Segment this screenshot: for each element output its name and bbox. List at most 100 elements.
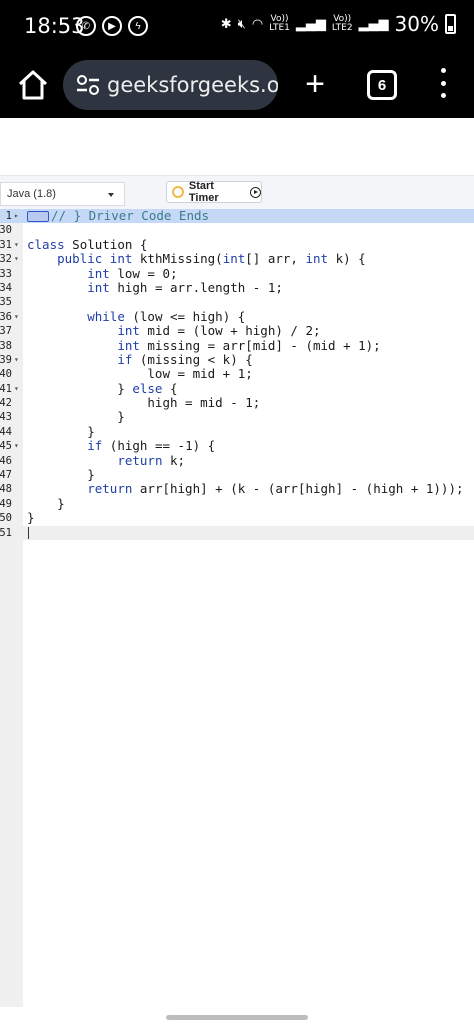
overflow-menu-icon[interactable] [438, 68, 448, 98]
fold-toggle-icon[interactable]: ▾ [14, 439, 19, 453]
address-bar[interactable]: geeksforgeeks.or [63, 60, 278, 110]
code-line[interactable]: 49 } [0, 495, 474, 511]
code-text: int mid = (low + high) / 2; [117, 323, 321, 339]
code-text: return arr[high] + (k - (arr[high] - (hi… [87, 481, 464, 497]
new-tab-button[interactable]: + [298, 64, 332, 104]
site-settings-icon[interactable] [75, 75, 101, 95]
battery-icon [445, 14, 456, 34]
language-select[interactable]: Java (1.8) [0, 182, 125, 206]
code-line[interactable]: 51 [0, 525, 474, 540]
whatsapp-icon: ✆ [76, 16, 96, 36]
language-value: Java (1.8) [7, 188, 56, 200]
gesture-handle[interactable] [166, 1015, 308, 1020]
home-icon[interactable] [16, 68, 50, 102]
line-number: 45 [0, 440, 12, 453]
line-number: 37 [0, 325, 12, 338]
fold-toggle-icon[interactable]: ▸ [14, 209, 19, 223]
fold-toggle-icon[interactable]: ▾ [14, 252, 19, 266]
start-timer-button[interactable]: Start Timer [166, 180, 262, 204]
code-line[interactable]: 35 [0, 295, 474, 309]
url-text[interactable]: geeksforgeeks.or [107, 73, 278, 97]
line-number: 42 [0, 397, 12, 410]
status-bar: 18:53 ✆ ▶ ϟ ✱ 🔇︎ ◠ Vo)) LTE1 ▂▄▆ Vo)) LTE2… [0, 0, 474, 56]
play-icon [250, 186, 261, 198]
line-number: 1 [5, 210, 12, 222]
code-line[interactable]: 34 int high = arr.length - 1; [0, 279, 474, 295]
code-line[interactable]: 47 } [0, 467, 474, 483]
code-line[interactable]: 50} [0, 510, 474, 526]
line-number: 50 [0, 512, 12, 525]
code-line[interactable]: 33 int low = 0; [0, 265, 474, 281]
fold-toggle-icon[interactable]: ▾ [14, 353, 19, 367]
code-text: } else { [27, 380, 178, 396]
status-right: ✱ 🔇︎ ◠ Vo)) LTE1 ▂▄▆ Vo)) LTE2 ▂▄▆ 30% [221, 12, 456, 36]
fold-toggle-icon[interactable]: ▾ [14, 382, 19, 396]
code-text: int high = arr.length - 1; [87, 279, 283, 295]
code-editor[interactable]: 1 ▸// } Driver Code Ends 30 31 ▾ class Soluti… [0, 208, 474, 1007]
network-lte2: Vo)) LTE2 [331, 14, 353, 33]
code-text: while (low <= high) { [87, 308, 246, 324]
fold-toggle-icon[interactable]: ▾ [14, 238, 19, 252]
code-line[interactable]: 30 [0, 223, 474, 237]
code-line[interactable]: 36 ▾ while (low <= high) { [0, 308, 474, 324]
line-number: 43 [0, 411, 12, 424]
code-text: } [27, 423, 95, 439]
line-number: 38 [0, 339, 12, 352]
code-text: } [27, 495, 65, 511]
messenger-icon: ϟ [128, 16, 148, 36]
code-text: } [27, 510, 35, 526]
code-text: int low = 0; [87, 265, 178, 281]
line-number: 32 [0, 253, 12, 266]
code-lines[interactable]: 1 ▸// } Driver Code Ends 30 31 ▾ class Soluti… [0, 208, 474, 540]
editor-toolbar: Java (1.8) Start Timer [0, 175, 474, 210]
code-line[interactable]: 41 ▾ } else { [0, 380, 474, 396]
code-text: int missing = arr[mid] - (mid + 1); [117, 337, 381, 353]
code-line[interactable]: 46 return k; [0, 452, 474, 468]
code-line[interactable]: 37 int mid = (low + high) / 2; [0, 323, 474, 339]
line-number: 48 [0, 483, 12, 496]
code-line[interactable]: 42 high = mid - 1; [0, 395, 474, 411]
line-number: 46 [0, 454, 12, 467]
line-number: 31 [0, 238, 12, 251]
code-line[interactable]: 45 ▾ if (high == -1) { [0, 438, 474, 453]
line-number: 33 [0, 267, 12, 280]
code-line[interactable]: 32 ▾ public int kthMissing(int[] arr, int… [0, 251, 474, 267]
line-number: 41 [0, 382, 12, 395]
network-lte1: Vo)) LTE1 [269, 14, 290, 33]
code-line[interactable]: 40 low = mid + 1; [0, 366, 474, 382]
code-line[interactable]: 1 ▸ // } Driver Code Ends [0, 208, 474, 224]
text-cursor [28, 526, 29, 539]
browser-toolbar: geeksforgeeks.or + 6 [0, 56, 474, 118]
code-text: class Solution { [27, 236, 148, 252]
line-number: 34 [0, 281, 12, 294]
code-text: return k; [117, 452, 186, 468]
line-number: 51 [0, 526, 12, 539]
code-text: } [27, 467, 95, 483]
bluetooth-icon: ✱ [220, 16, 232, 32]
code-text: high = mid - 1; [27, 395, 261, 411]
fold-toggle-icon[interactable]: ▾ [14, 310, 19, 324]
code-line[interactable]: 43 } [0, 409, 474, 425]
code-text: // } Driver Code Ends [27, 208, 209, 223]
code-text: } [27, 409, 125, 425]
line-number: 49 [0, 497, 12, 510]
tab-switcher-button[interactable]: 6 [367, 70, 397, 100]
folded-code-marker-icon[interactable] [27, 211, 49, 222]
line-number: 44 [0, 425, 12, 438]
mute-icon: 🔇︎ [237, 16, 246, 32]
line-number: 36 [0, 310, 12, 323]
wifi-icon: ◠ [251, 16, 264, 32]
code-line[interactable]: 39 ▾ if (missing < k) { [0, 352, 474, 367]
code-line[interactable]: 38 int missing = arr[mid] - (mid + 1); [0, 337, 474, 353]
line-number: 47 [0, 469, 12, 482]
line-number: 40 [0, 368, 12, 381]
signal-icon: ▂▄▆ [295, 16, 326, 32]
code-text: low = mid + 1; [27, 366, 253, 382]
code-line[interactable]: 48 return arr[high] + (k - (arr[high] - … [0, 481, 474, 497]
line-number: 39 [0, 353, 12, 366]
code-line[interactable]: 44 } [0, 423, 474, 439]
line-number: 30 [0, 224, 12, 237]
alarm-icon [172, 186, 184, 198]
code-text: public int kthMissing(int[] arr, int k) … [57, 251, 366, 267]
code-line[interactable]: 31 ▾ class Solution { [0, 236, 474, 252]
